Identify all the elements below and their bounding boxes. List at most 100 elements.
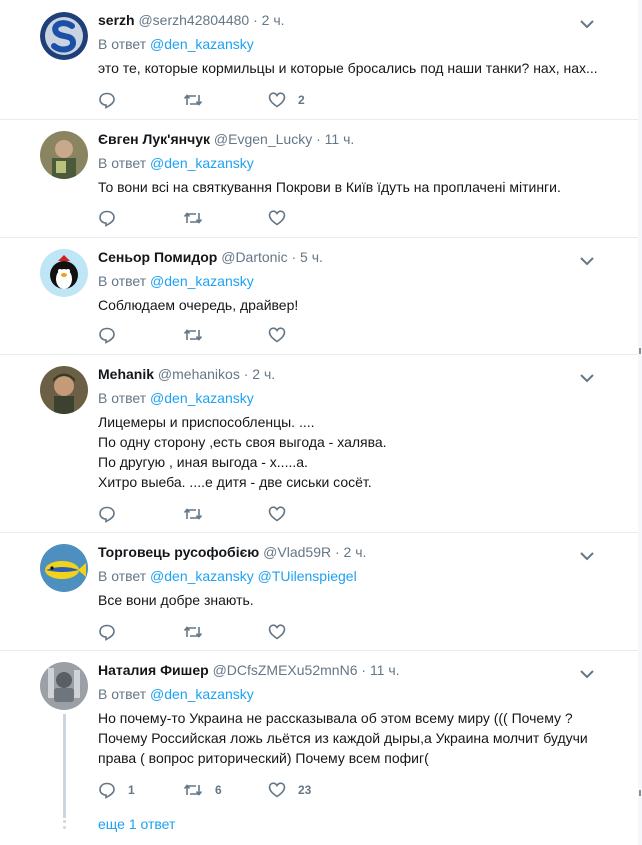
tweet-text-line: это те, которые кормильцы и которые брос… (98, 60, 598, 76)
user-handle[interactable]: @Vlad59R (263, 544, 331, 560)
separator-dot: · (361, 662, 367, 678)
timestamp[interactable]: 2 ч. (262, 12, 285, 28)
retweet-icon (183, 508, 203, 520)
timestamp[interactable]: 2 ч. (344, 544, 367, 560)
reply-context: В ответ @den_kazansky (98, 388, 608, 408)
chevron-down-icon[interactable] (580, 666, 594, 679)
reply-context: В ответ @den_kazansky (98, 153, 608, 173)
like-button[interactable] (268, 505, 313, 523)
tweet-text: Лицемеры и приспособленцы. .... По одну … (98, 412, 608, 492)
tweet-text: То вони всі на святкування Покрови в Киї… (98, 177, 608, 197)
like-button[interactable]: 23 (268, 781, 313, 799)
avatar[interactable] (40, 366, 88, 414)
retweet-button[interactable] (183, 91, 228, 109)
user-handle[interactable]: @Evgen_Lucky (214, 131, 312, 147)
timestamp[interactable]: 2 ч. (252, 366, 275, 382)
display-name[interactable]: Наталия Фишер (98, 662, 209, 678)
chevron-down-icon[interactable] (580, 548, 594, 561)
mention-link[interactable]: @den_kazansky (150, 36, 254, 52)
reply-button[interactable] (98, 91, 143, 109)
reply-button[interactable] (98, 326, 143, 344)
display-name[interactable]: Mehanik (98, 366, 154, 382)
heart-icon (268, 782, 286, 798)
mention-link[interactable]: @den_kazansky (150, 155, 254, 171)
tweet-text-line: Лицемеры и приспособленцы. .... (98, 414, 315, 430)
heart-icon (268, 92, 286, 108)
tweet[interactable]: serzh @serzh42804480 · 2 ч. В ответ @den… (0, 0, 638, 120)
reply-button[interactable] (98, 505, 143, 523)
tweet-text-line: По одну сторону ,есть своя выгода - халя… (98, 434, 387, 450)
reply-button[interactable]: 1 (98, 781, 143, 799)
tweet-text-line: То вони всі на святкування Покрови в Киї… (98, 179, 561, 195)
avatar[interactable] (40, 544, 88, 592)
separator-dot: · (243, 366, 249, 382)
tweet[interactable]: Наталия Фишер @DCfsZMEXu52mnN6 · 11 ч. В… (0, 650, 638, 845)
reply-prefix: В ответ (98, 273, 147, 289)
reply-button[interactable] (98, 209, 143, 227)
retweet-button[interactable] (183, 209, 228, 227)
chevron-down-icon[interactable] (580, 370, 594, 383)
mention-link[interactable]: @den_kazansky (150, 568, 254, 584)
avatar[interactable] (40, 662, 88, 710)
tweet-text-line: Почему Российская ложь льётся из каждой … (98, 730, 588, 746)
chevron-down-icon[interactable] (580, 16, 594, 29)
like-button[interactable] (268, 209, 313, 227)
user-handle[interactable]: @DCfsZMEXu52mnN6 (213, 662, 358, 678)
reply-prefix: В ответ (98, 568, 147, 584)
tweet[interactable]: Євген Лук'янчук @Evgen_Lucky · 11 ч. В о… (0, 119, 638, 238)
tweet-actions: 1 6 23 (98, 780, 353, 800)
reply-count: 1 (128, 783, 135, 797)
heart-icon (268, 506, 286, 522)
like-count: 2 (298, 93, 305, 107)
reply-icon (99, 506, 115, 523)
tweet-text: Но почему-то Украина не рассказывала об … (98, 708, 608, 768)
retweet-button[interactable] (183, 623, 228, 641)
separator-dot: · (316, 131, 321, 147)
mention-link[interactable]: @den_kazansky (150, 686, 254, 702)
like-button[interactable] (268, 623, 313, 641)
display-name[interactable]: Сеньор Помидор (98, 249, 217, 265)
reply-context: В ответ @den_kazansky (98, 34, 608, 54)
avatar[interactable] (40, 249, 88, 297)
mention-link[interactable]: @den_kazansky (150, 390, 254, 406)
timestamp[interactable]: 11 ч. (370, 662, 400, 678)
mention-link[interactable]: @den_kazansky (150, 273, 254, 289)
show-more-replies-link[interactable]: еще 1 ответ (98, 816, 175, 832)
tweet-actions (98, 325, 353, 345)
tweet-actions (98, 504, 353, 524)
like-button[interactable]: 2 (268, 91, 313, 109)
reply-button[interactable] (98, 623, 143, 641)
user-handle[interactable]: @serzh42804480 (138, 12, 249, 28)
reply-context: В ответ @den_kazansky (98, 684, 608, 704)
scrollbar-track[interactable] (638, 0, 642, 845)
reply-prefix: В ответ (98, 390, 147, 406)
display-name[interactable]: Євген Лук'янчук (98, 131, 210, 147)
chevron-down-icon[interactable] (580, 253, 594, 266)
reply-icon (99, 327, 115, 344)
tweet-actions (98, 208, 353, 228)
reply-prefix: В ответ (98, 36, 147, 52)
retweet-button[interactable] (183, 326, 228, 344)
avatar[interactable] (40, 131, 88, 179)
avatar[interactable] (40, 12, 88, 60)
display-name[interactable]: serzh (98, 12, 135, 28)
user-handle[interactable]: @mehanikos (158, 366, 240, 382)
user-handle[interactable]: @Dartonic (221, 249, 287, 265)
display-name[interactable]: Торговець русофобією (98, 544, 259, 560)
tweet[interactable]: Mehanik @mehanikos · 2 ч. В ответ @den_k… (0, 354, 638, 533)
mention-link[interactable]: @TUilenspiegel (258, 568, 357, 584)
reply-icon (99, 210, 115, 227)
separator-dot: · (291, 249, 297, 265)
heart-icon (268, 327, 286, 343)
timestamp[interactable]: 11 ч. (325, 131, 355, 147)
timestamp[interactable]: 5 ч. (300, 249, 323, 265)
like-button[interactable] (268, 326, 313, 344)
tweet[interactable]: Сеньор Помидор @Dartonic · 5 ч. В ответ … (0, 237, 638, 355)
tweet-text-line: Но почему-то Украина не рассказывала об … (98, 710, 573, 726)
tweet-actions (98, 622, 353, 642)
retweet-button[interactable] (183, 505, 228, 523)
reply-icon (99, 782, 115, 799)
tweet-text: это те, которые кормильцы и которые брос… (98, 58, 608, 78)
tweet[interactable]: Торговець русофобією @Vlad59R · 2 ч. В о… (0, 532, 638, 651)
retweet-button[interactable]: 6 (183, 781, 228, 799)
